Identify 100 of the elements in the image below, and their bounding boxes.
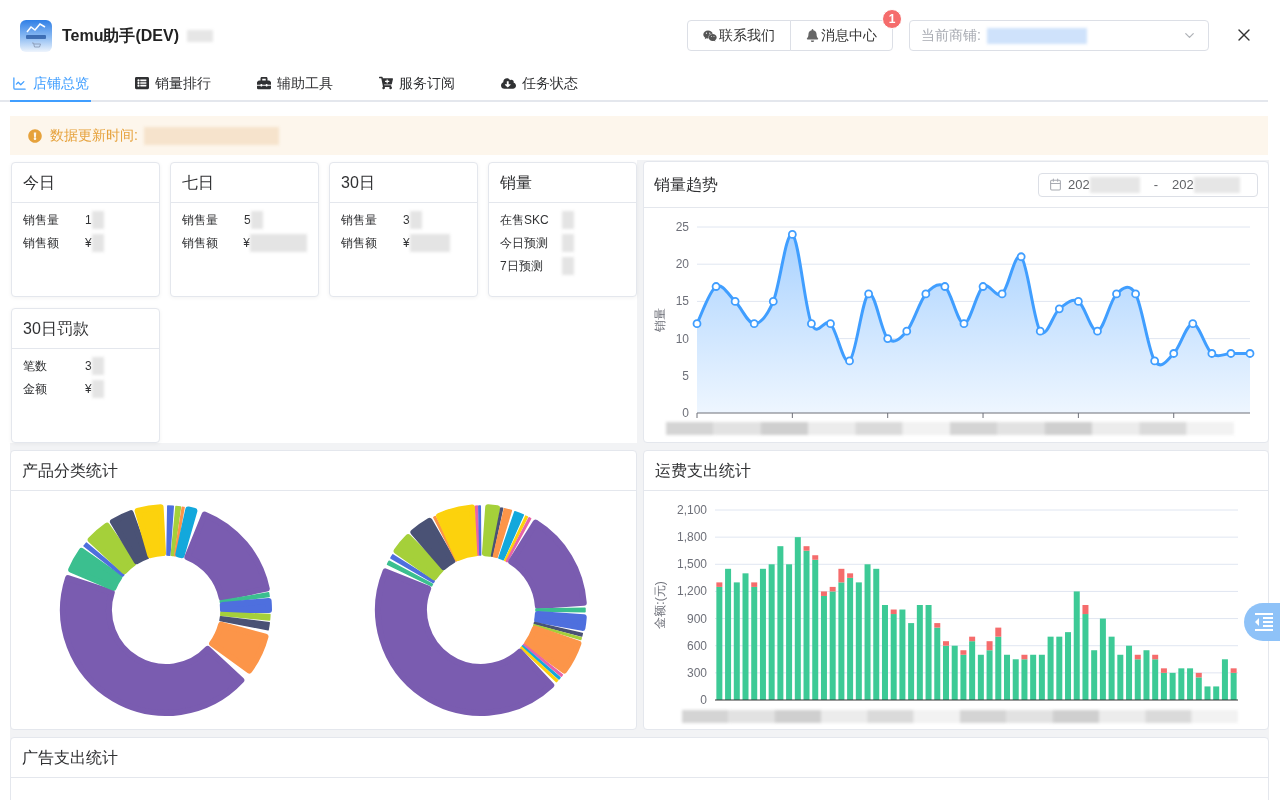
data-point xyxy=(978,282,988,291)
bar xyxy=(1108,636,1115,700)
y-axis-label: 900 xyxy=(686,611,707,626)
stat-label: 笔数 xyxy=(23,357,48,375)
date-end[interactable]: 202 xyxy=(1172,174,1194,195)
cart-plus-icon xyxy=(379,76,393,90)
cloud-download-icon xyxy=(501,75,516,91)
tab[interactable]: 服务订阅 xyxy=(377,66,457,102)
stat-label: 金额 xyxy=(23,380,48,398)
data-point xyxy=(997,289,1007,299)
data-point xyxy=(883,334,893,343)
stat-label: 销售额 xyxy=(23,234,60,252)
bar xyxy=(1178,668,1185,700)
data-point xyxy=(902,326,912,336)
tab[interactable]: 销量排行 xyxy=(133,66,213,102)
data-point xyxy=(749,319,759,329)
stat-value: ¥ xyxy=(243,234,250,252)
data-point xyxy=(864,289,873,299)
bar xyxy=(1056,636,1063,700)
blurred-text xyxy=(91,379,104,398)
y-axis-label: 1,200 xyxy=(676,584,707,599)
data-point xyxy=(1035,326,1045,336)
y-axis-label: 600 xyxy=(686,638,707,653)
stat-value: 3 xyxy=(403,211,410,229)
card-title: 30日 xyxy=(341,172,375,193)
stat-label: 销售量 xyxy=(341,211,378,229)
bar xyxy=(1047,636,1054,700)
y-axis-label: 10 xyxy=(675,331,689,346)
data-point xyxy=(1245,349,1255,358)
y-axis-label: 1,800 xyxy=(676,530,707,545)
stat-value: 5 xyxy=(244,211,251,229)
panel-title: 广告支出统计 xyxy=(22,747,118,768)
data-point xyxy=(807,319,816,329)
y-axis-label: 20 xyxy=(675,257,689,272)
stat-label: 7日预测 xyxy=(500,257,544,275)
date-start[interactable]: 202 xyxy=(1068,174,1090,195)
stat-label: 销售量 xyxy=(23,211,60,229)
y-axis-label: 5 xyxy=(682,368,689,383)
toolbox-icon xyxy=(257,76,271,90)
stat-value: 3 xyxy=(85,357,92,375)
stat-label: 销售额 xyxy=(182,234,219,252)
data-point xyxy=(1188,319,1198,329)
card-title: 今日 xyxy=(23,172,55,193)
y-axis-label: 2,100 xyxy=(676,503,707,517)
bar xyxy=(1012,659,1019,700)
data-point xyxy=(730,297,740,306)
calendar-icon xyxy=(1049,178,1062,191)
data-point xyxy=(845,356,854,366)
bar xyxy=(1169,672,1176,700)
tab[interactable]: 任务状态 xyxy=(499,66,580,102)
data-point xyxy=(1207,349,1217,358)
stat-label: 销售额 xyxy=(341,234,378,252)
card-title: 30日罚款 xyxy=(23,318,89,339)
data-point xyxy=(959,319,969,329)
data-point xyxy=(1054,304,1064,314)
data-point xyxy=(1016,252,1026,262)
stat-value: ¥ xyxy=(85,234,92,252)
chat-bubbles-icon xyxy=(703,28,717,43)
blurred-text xyxy=(562,233,574,252)
y-axis-label: 300 xyxy=(686,665,707,680)
y-axis-label: 25 xyxy=(675,220,689,234)
y-axis-label: 15 xyxy=(675,294,689,309)
blurred-text xyxy=(409,233,450,252)
blurred-text xyxy=(91,356,104,375)
stat-label: 销售量 xyxy=(182,211,219,229)
panel-title: 运费支出统计 xyxy=(655,460,751,481)
bar xyxy=(1143,650,1150,700)
app-title: Temu助手(DEV) xyxy=(62,26,180,46)
alert-text: 数据更新时间: xyxy=(50,126,138,145)
blurred-text xyxy=(562,256,574,275)
bar xyxy=(1004,654,1010,700)
list-arrow-icon xyxy=(1252,610,1276,634)
bar xyxy=(951,645,958,700)
panel-title: 产品分类统计 xyxy=(22,460,118,481)
blurred-text xyxy=(249,233,307,252)
line-chart-icon xyxy=(12,75,27,91)
stat-value: ¥ xyxy=(403,234,410,252)
date-range-picker[interactable]: 202 - 202 xyxy=(1038,172,1258,197)
blurred-text xyxy=(1193,176,1240,193)
data-point xyxy=(1074,297,1083,306)
data-point xyxy=(1093,326,1102,336)
data-point xyxy=(826,319,835,329)
data-point xyxy=(921,289,931,299)
data-point xyxy=(692,319,702,329)
select-prefix-label: 当前商铺: xyxy=(921,26,981,45)
bar xyxy=(1204,686,1211,700)
data-point xyxy=(1226,349,1236,358)
data-point xyxy=(1169,349,1179,358)
data-point xyxy=(711,282,721,291)
data-point xyxy=(1112,289,1121,299)
tab[interactable]: 辅助工具 xyxy=(255,66,335,102)
header-button[interactable]: 联系我们 xyxy=(687,20,791,51)
bell-icon xyxy=(806,29,819,42)
y-axis-label: 0 xyxy=(700,693,707,707)
list-card-icon xyxy=(135,76,149,90)
data-point xyxy=(787,230,797,239)
app-logo-icon xyxy=(20,20,52,52)
blurred-text xyxy=(1089,176,1140,193)
card-title: 七日 xyxy=(182,172,214,193)
warning-icon xyxy=(28,128,42,143)
